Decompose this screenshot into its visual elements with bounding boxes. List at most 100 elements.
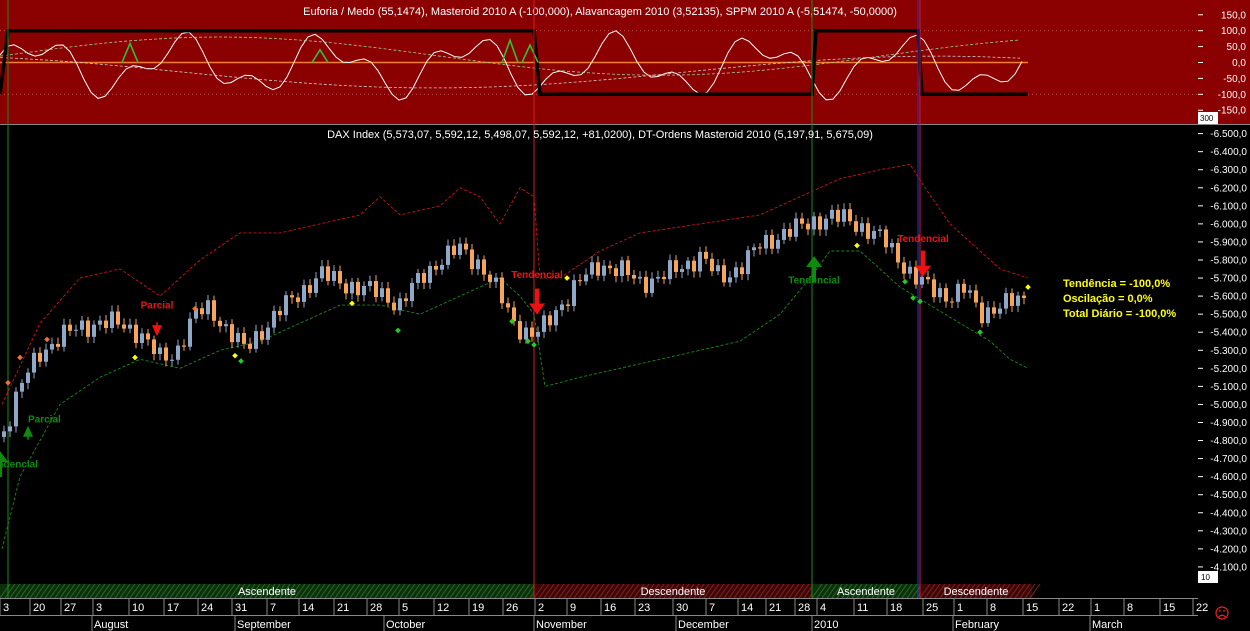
- candle-body: [680, 269, 684, 272]
- candle-body: [668, 260, 672, 280]
- price-tick-label: -5.500,0: [1210, 310, 1247, 321]
- resistance-line: [1, 163, 1029, 405]
- candle-body: [92, 324, 96, 337]
- candle-body: [230, 324, 234, 343]
- candle-body: [938, 288, 942, 298]
- candle-body: [728, 277, 732, 283]
- candle-body: [158, 347, 162, 354]
- candle-body: [362, 285, 366, 296]
- date-label: 22: [1062, 602, 1074, 614]
- candle-body: [338, 271, 342, 284]
- candle-body: [896, 243, 900, 263]
- signals: Tendencial Parcial Parcial Tendencial Tenden…: [0, 234, 949, 477]
- signal-dot: [132, 354, 138, 361]
- candle-body: [152, 339, 156, 354]
- indicator-tick-label: 0,0: [1232, 58, 1246, 69]
- candle-body: [110, 311, 114, 328]
- candle-body: [494, 277, 498, 282]
- candle-body: [74, 329, 78, 331]
- candle-body: [962, 283, 966, 293]
- candle-body: [128, 324, 132, 329]
- candle-body: [200, 308, 204, 315]
- sell-arrow-head: [529, 303, 545, 315]
- signal-dot: [977, 329, 983, 336]
- date-label: 2: [538, 602, 544, 614]
- date-label: 21: [337, 602, 349, 614]
- candle-body: [518, 321, 522, 340]
- candle-body: [674, 260, 678, 272]
- candle-body: [140, 333, 144, 344]
- stat-tendencia: Tendência = -100,0%: [1063, 278, 1170, 290]
- candle-body: [776, 239, 780, 249]
- candle-body: [68, 324, 72, 331]
- candle-body: [920, 276, 924, 285]
- date-label: 10: [132, 602, 144, 614]
- candle-body: [248, 343, 252, 349]
- price-tick-label: -5.600,0: [1210, 292, 1247, 303]
- candle-body: [380, 288, 384, 298]
- candle-body: [878, 229, 882, 231]
- price-tick-label: -6.200,0: [1210, 183, 1247, 194]
- candle-body: [950, 301, 954, 303]
- candle-body: [296, 297, 300, 302]
- candle-body: [260, 331, 264, 340]
- candle-body: [278, 310, 282, 316]
- candle-body: [848, 209, 852, 222]
- candle-body: [902, 262, 906, 274]
- indicator-small-label: 300: [1200, 114, 1214, 123]
- candle-body: [782, 229, 786, 240]
- signal-label: Tendencial: [0, 460, 38, 471]
- candle-body: [926, 276, 930, 280]
- candle-body: [638, 276, 642, 279]
- candle-body: [872, 230, 876, 239]
- candle-body: [608, 265, 612, 269]
- support-line: [1, 250, 1029, 550]
- signal-dot: [531, 342, 537, 348]
- price-small-label: 10: [1201, 573, 1210, 582]
- date-label: 19: [472, 602, 484, 614]
- candle-body: [452, 245, 456, 255]
- candle-body: [434, 265, 438, 270]
- signal-dot: [564, 275, 570, 281]
- candle-body: [914, 266, 918, 285]
- candle-body: [836, 209, 840, 222]
- price-tick-label: -5.800,0: [1210, 255, 1247, 266]
- signal-dot: [5, 379, 11, 386]
- date-label: 22: [1196, 602, 1208, 614]
- date-label: 12: [437, 602, 449, 614]
- date-label: 1: [1094, 602, 1100, 614]
- date-label: 4: [820, 602, 826, 614]
- candle-body: [524, 327, 528, 340]
- date-label: 18: [890, 602, 902, 614]
- price-tick-label: -5.700,0: [1210, 274, 1247, 285]
- date-label: 17: [167, 602, 179, 614]
- candle-body: [944, 288, 948, 302]
- candle-body: [488, 274, 492, 282]
- signal-label: Parcial: [141, 301, 174, 312]
- candle-body: [842, 209, 846, 222]
- candle-body: [758, 247, 762, 249]
- candle-body: [320, 266, 324, 279]
- date-label: 20: [33, 602, 45, 614]
- candle-body: [884, 229, 888, 248]
- candle-body: [254, 331, 258, 349]
- candle-body: [272, 310, 276, 328]
- price-tick-label: -5.100,0: [1210, 382, 1247, 393]
- date-label: 21: [769, 602, 781, 614]
- price-tick-label: -5.400,0: [1210, 328, 1247, 339]
- date-label: 14: [741, 602, 753, 614]
- candle-body: [932, 279, 936, 298]
- date-label: 1: [957, 602, 963, 614]
- candle-body: [242, 333, 246, 344]
- candle-body: [542, 315, 546, 332]
- signal-dot: [232, 352, 238, 359]
- month-label: 2010: [814, 619, 838, 631]
- candle-body: [908, 266, 912, 274]
- signal-label: Tendencial: [897, 234, 949, 245]
- indicator-tick-label: -100,0: [1218, 90, 1247, 101]
- candle-body: [428, 265, 432, 283]
- candle-body: [644, 276, 648, 293]
- candle-body: [956, 283, 960, 302]
- price-tick-label: -5.300,0: [1210, 346, 1247, 357]
- candle-body: [14, 391, 18, 427]
